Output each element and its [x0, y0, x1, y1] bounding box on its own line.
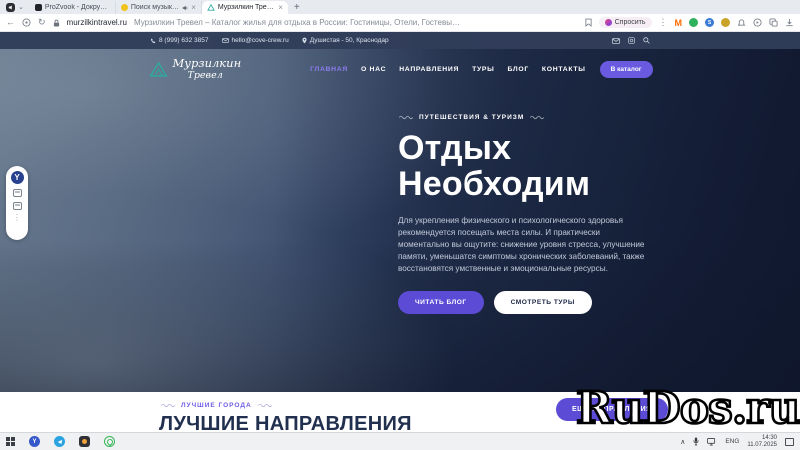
notifications-bell-icon[interactable]	[737, 18, 746, 27]
downloads-icon[interactable]	[785, 18, 794, 27]
hero-title: Отдых Необходим	[398, 130, 648, 202]
tab-title: ProZvook - Докрутим т...	[45, 4, 110, 11]
notification-center-icon[interactable]	[785, 438, 794, 446]
nav-item-about[interactable]: О НАС	[361, 66, 386, 73]
language-indicator[interactable]: ENG	[725, 438, 739, 445]
wave-icon	[257, 403, 273, 408]
topbar-email[interactable]: hello@cove-crew.ru	[222, 37, 289, 44]
wave-icon	[160, 403, 176, 408]
topbar-address[interactable]: Душистая - 50, Краснодар	[302, 37, 389, 44]
social-mail-icon[interactable]	[612, 38, 620, 44]
chevron-down-icon[interactable]: ⌄	[18, 4, 24, 11]
browser-tab-music-search[interactable]: Поиск музыки, под... ×	[116, 1, 202, 14]
sidebar-more-icon[interactable]: ⋮	[13, 215, 21, 220]
hero-section: ПУТЕШЕСТВИЯ & ТУРИЗМ Отдых Необходим Для…	[398, 114, 648, 314]
watermark: RuDos.ru	[576, 383, 799, 434]
hero-paragraph: Для укрепления физического и психологиче…	[398, 215, 646, 275]
browser-tabstrip: ⌄ ProZvook - Докрутим т... Поиск музыки,…	[0, 0, 800, 14]
ask-logo-icon	[605, 19, 612, 26]
extension-yellow-icon[interactable]	[721, 18, 730, 27]
address-url[interactable]: murzilkintravel.ru	[67, 18, 127, 27]
sidebar-bookmarks-icon[interactable]	[13, 189, 22, 197]
extension-blue-icon[interactable]: S	[705, 18, 714, 27]
taskbar: Y ∧ ENG 14:30 11.07.2025	[0, 432, 800, 450]
topbar-phone[interactable]: 8 (999) 632 3857	[150, 37, 209, 44]
back-icon[interactable]: ←	[6, 18, 15, 27]
tab-favicon-yellow	[121, 4, 128, 11]
logo-line2: Тревел	[173, 71, 242, 81]
tray-expand-icon[interactable]: ∧	[680, 438, 685, 446]
screen: ⌄ ProZvook - Докрутим т... Поиск музыки,…	[0, 0, 800, 450]
nav-item-tours[interactable]: ТУРЫ	[472, 66, 494, 73]
browser-tab-active-murzilkin[interactable]: Мурзилкин Тревел – К ×	[202, 1, 288, 14]
address-page-title: Мурзилкин Тревел – Каталог жилья для отд…	[134, 18, 464, 27]
extension-green-icon[interactable]	[689, 18, 698, 27]
tab-favicon-logo	[207, 4, 215, 11]
wave-icon	[398, 115, 414, 120]
browser-side-panel: Y ⋮	[6, 166, 28, 240]
taskbar-whatsapp-icon[interactable]	[104, 436, 115, 447]
taskbar-photos-icon[interactable]	[79, 436, 90, 447]
toolbar-menu-icon[interactable]: ⋮	[659, 18, 668, 27]
sidebar-windows-icon[interactable]	[13, 202, 22, 210]
tab-title: Поиск музыки, под...	[131, 4, 179, 11]
destinations-eyebrow: ЛУЧШИЕ ГОРОДА	[160, 402, 273, 409]
ask-button[interactable]: Спросить	[599, 17, 652, 28]
site-viewport: 8 (999) 632 3857 hello@cove-crew.ru Души…	[0, 32, 800, 432]
hero-badge: ПУТЕШЕСТВИЯ & ТУРИЗМ	[398, 114, 648, 121]
tab-close-icon[interactable]: ×	[191, 4, 196, 12]
nav-item-blog[interactable]: БЛОГ	[507, 66, 528, 73]
wave-icon	[529, 115, 545, 120]
yandex-icon[interactable]: Y	[11, 171, 24, 184]
location-pin-icon	[302, 37, 307, 44]
catalog-button[interactable]: В каталог	[600, 61, 653, 78]
taskbar-telegram-icon[interactable]	[54, 436, 65, 447]
media-playback-icon[interactable]	[6, 3, 15, 12]
browser-tab-prozvook[interactable]: ProZvook - Докрутим т...	[30, 1, 116, 14]
ask-label: Спросить	[615, 19, 646, 26]
clock[interactable]: 14:30 11.07.2025	[747, 435, 777, 449]
site-topbar: 8 (999) 632 3857 hello@cove-crew.ru Души…	[0, 32, 800, 49]
mountain-logo-icon	[148, 60, 169, 78]
microphone-icon[interactable]	[693, 437, 699, 446]
tab-close-icon[interactable]: ×	[278, 4, 283, 12]
read-blog-button[interactable]: ЧИТАТЬ БЛОГ	[398, 291, 484, 314]
nav-item-destinations[interactable]: НАПРАВЛЕНИЯ	[399, 66, 459, 73]
new-tab-button[interactable]: +	[288, 2, 306, 14]
network-display-icon[interactable]	[707, 438, 717, 446]
screen-capture-icon[interactable]	[753, 18, 762, 27]
browser-toolbar: ← ↻ murzilkintravel.ru Мурзилкин Тревел …	[0, 14, 800, 32]
tab-audio-icon[interactable]	[182, 5, 188, 11]
nav-item-contacts[interactable]: КОНТАКТЫ	[542, 66, 586, 73]
camera-circle-icon[interactable]	[628, 37, 635, 44]
tab-favicon-dark	[35, 4, 42, 11]
collections-icon[interactable]	[769, 18, 778, 27]
search-icon[interactable]	[643, 37, 650, 44]
destinations-title: ЛУЧШИЕ НАПРАВЛЕНИЯ	[159, 413, 412, 432]
logo-line1: Мурзилкин	[173, 58, 242, 70]
site-logo[interactable]: Мурзилкин Тревел	[148, 58, 242, 80]
extension-m-icon[interactable]: М	[675, 18, 683, 28]
tabstrip-controls: ⌄	[0, 3, 30, 14]
site-header: Мурзилкин Тревел ГЛАВНАЯ О НАС НАПРАВЛЕН…	[0, 49, 800, 89]
nav-item-home[interactable]: ГЛАВНАЯ	[310, 66, 348, 73]
bookmark-flag-icon[interactable]	[585, 18, 592, 27]
start-button-icon[interactable]	[6, 437, 15, 446]
main-nav: ГЛАВНАЯ О НАС НАПРАВЛЕНИЯ ТУРЫ БЛОГ КОНТ…	[310, 66, 586, 73]
taskbar-yandex-browser-icon[interactable]: Y	[29, 436, 40, 447]
view-tours-button[interactable]: СМОТРЕТЬ ТУРЫ	[494, 291, 592, 314]
phone-icon	[150, 38, 156, 44]
tab-title: Мурзилкин Тревел – К	[218, 4, 275, 11]
refresh-icon[interactable]: ↻	[38, 18, 46, 27]
lock-icon	[53, 19, 60, 27]
system-tray: ∧ ENG 14:30 11.07.2025	[680, 435, 794, 449]
mail-icon	[222, 38, 229, 43]
protect-icon[interactable]	[22, 18, 31, 27]
